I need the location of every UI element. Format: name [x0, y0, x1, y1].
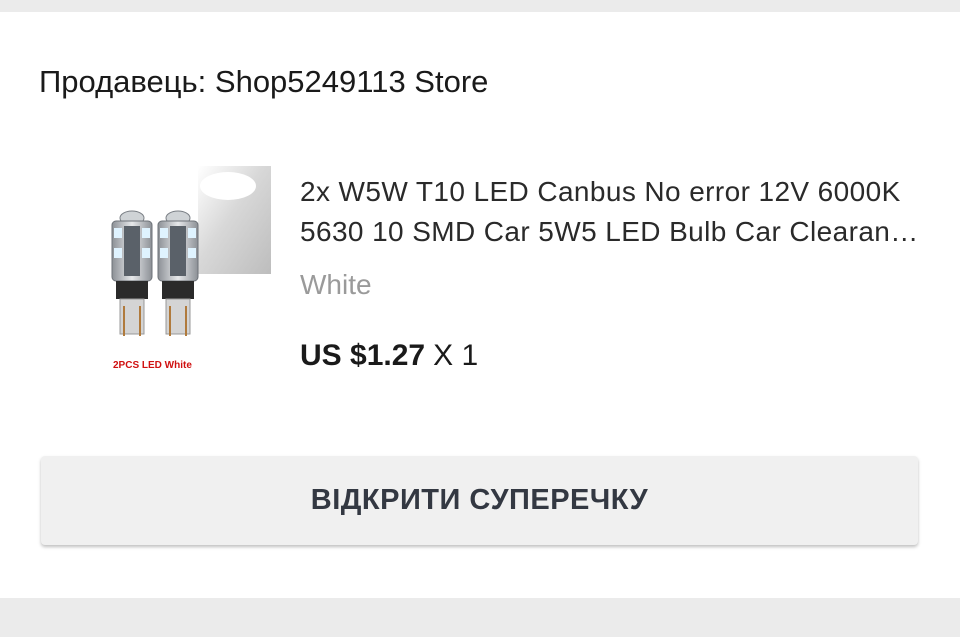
seller-name[interactable]: Продавець: Shop5249113 Store [39, 64, 488, 100]
led-bulb-left [111, 210, 153, 336]
image-caption: 2PCS LED White [113, 360, 192, 371]
price-row: US $1.27 X 1 [300, 339, 478, 373]
product-variant: White [300, 269, 372, 300]
led-bulb-right [157, 210, 199, 336]
open-dispute-button[interactable]: ВІДКРИТИ СУПЕРЕЧКУ [41, 456, 918, 545]
product-image[interactable]: 2PCS LED White [98, 166, 271, 399]
product-quantity: X 1 [433, 339, 479, 372]
product-title[interactable]: 2x W5W T10 LED Canbus No error 12V 6000K… [300, 172, 924, 252]
product-price: US $1.27 [300, 339, 426, 372]
order-item-card: Продавець: Shop5249113 Store 2PCS LED Wh… [0, 12, 960, 598]
